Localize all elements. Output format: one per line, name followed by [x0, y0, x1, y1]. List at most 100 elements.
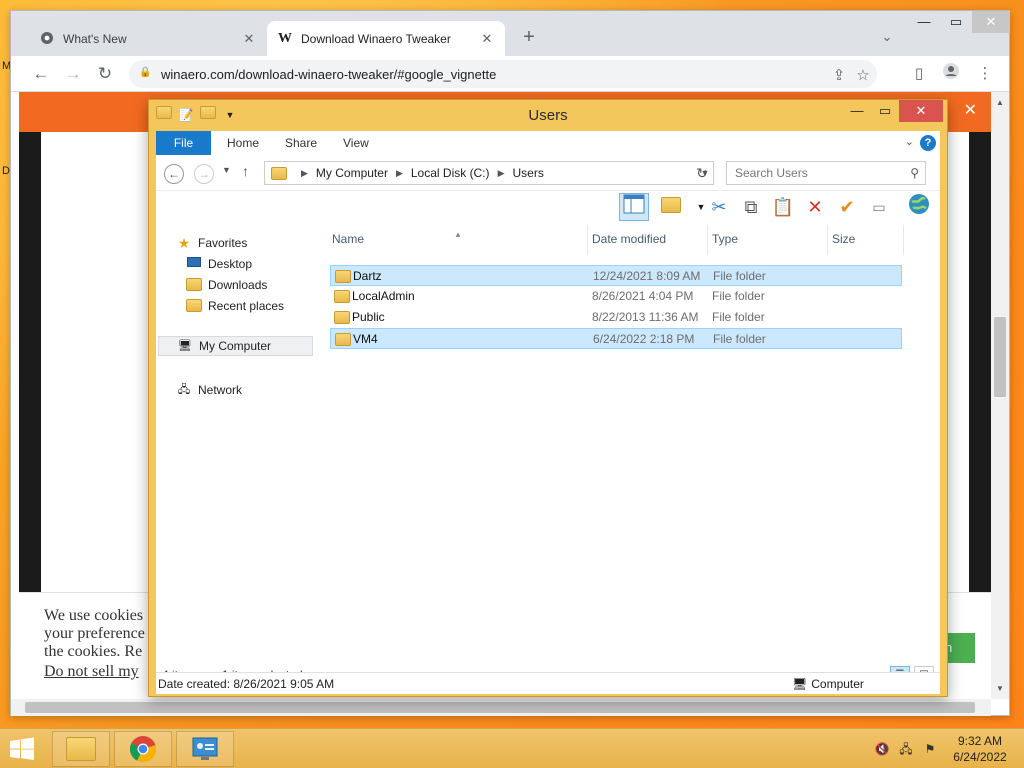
- maximize-button[interactable]: ▭: [940, 11, 972, 33]
- command-bar: ▼ ✂ ⧉ 📋 ✕ ✔ ▭: [156, 191, 940, 225]
- nav-my-computer[interactable]: 🖥 My Computer: [158, 336, 313, 356]
- paste-icon[interactable]: 📋: [768, 193, 798, 221]
- cut-icon[interactable]: ✂: [704, 193, 734, 221]
- star-icon: ★: [177, 235, 191, 251]
- new-tab-button[interactable]: +: [517, 25, 541, 49]
- chrome-icon: [39, 31, 55, 47]
- tab-view[interactable]: View: [343, 131, 369, 155]
- system-clock[interactable]: 9:32 AM 6/24/2022: [950, 733, 1010, 765]
- tab-whats-new[interactable]: What's New ✕: [29, 21, 267, 56]
- scroll-thumb[interactable]: [994, 317, 1006, 397]
- scroll-thumb[interactable]: [25, 702, 975, 713]
- table-row[interactable]: LocalAdmin 8/26/2021 4:04 PM File folder: [330, 286, 902, 307]
- address-bar[interactable]: 🔒 winaero.com/download-winaero-tweaker/#…: [129, 60, 877, 88]
- share-icon[interactable]: ⇪: [829, 66, 849, 86]
- minimize-button[interactable]: —: [908, 11, 940, 33]
- nav-recent-places[interactable]: Recent places: [186, 296, 284, 316]
- ribbon-tabs: File Home Share View ⌄ ?: [156, 131, 940, 155]
- search-icon: ⚲: [910, 166, 919, 180]
- folder-icon: [334, 290, 350, 303]
- computer-icon: 🖥: [792, 677, 808, 691]
- table-row[interactable]: Dartz 12/24/2021 8:09 AM File folder: [330, 265, 902, 286]
- delete-icon[interactable]: ✕: [800, 193, 830, 221]
- navigation-pane: ★ Favorites Desktop Downloads Recent pla…: [156, 225, 321, 665]
- close-tab-icon[interactable]: ✕: [241, 31, 257, 47]
- help-icon[interactable]: ?: [920, 135, 936, 151]
- close-tab-icon[interactable]: ✕: [479, 31, 495, 47]
- file-explorer-window: 📝 ▼ Users — ▭ ✕ File Home Share View ⌄ ?…: [148, 99, 948, 697]
- back-icon[interactable]: ←: [164, 164, 184, 184]
- title-bar[interactable]: 📝 ▼ Users — ▭ ✕: [149, 100, 947, 132]
- network-tray-icon[interactable]: 🖧: [898, 741, 914, 757]
- nav-favorites[interactable]: ★ Favorites: [176, 233, 248, 253]
- globe-icon[interactable]: [904, 193, 934, 221]
- column-header-name[interactable]: Name ▲: [328, 225, 588, 255]
- nav-downloads[interactable]: Downloads: [186, 275, 267, 295]
- tab-winaero[interactable]: W Download Winaero Tweaker ✕: [267, 21, 505, 56]
- bookmark-star-icon[interactable]: ☆: [853, 66, 873, 86]
- chrome-taskbar-icon[interactable]: [114, 731, 172, 767]
- menu-kebab-icon[interactable]: ⋮: [973, 62, 997, 86]
- recent-locations-icon[interactable]: ▼: [222, 165, 231, 175]
- column-header-date[interactable]: Date modified: [588, 225, 708, 255]
- profile-avatar-icon[interactable]: [939, 62, 963, 86]
- scroll-down-icon[interactable]: ▼: [991, 682, 1009, 696]
- tab-strip: What's New ✕ W Download Winaero Tweaker …: [11, 11, 1010, 56]
- tab-title: Download Winaero Tweaker: [301, 31, 451, 46]
- breadcrumb-my-computer[interactable]: My Computer: [316, 166, 388, 180]
- file-explorer-taskbar-icon[interactable]: [52, 731, 110, 767]
- minimize-button[interactable]: —: [843, 100, 871, 122]
- column-header-size[interactable]: Size: [828, 225, 904, 255]
- nav-network[interactable]: 🖧 Network: [176, 380, 242, 400]
- table-row[interactable]: VM4 6/24/2022 2:18 PM File folder: [330, 328, 902, 349]
- tab-search-icon[interactable]: ⌄: [875, 25, 899, 49]
- forward-icon[interactable]: →: [61, 62, 85, 86]
- rename-icon[interactable]: ▭: [864, 193, 894, 221]
- vertical-scrollbar[interactable]: ▲ ▼: [991, 92, 1009, 699]
- tab-file[interactable]: File: [156, 131, 211, 155]
- copy-icon[interactable]: ⧉: [736, 193, 766, 221]
- search-input[interactable]: Search Users ⚲: [726, 161, 926, 185]
- action-center-icon[interactable]: ⚑: [922, 741, 938, 757]
- breadcrumb-users[interactable]: Users: [512, 166, 543, 180]
- volume-muted-icon[interactable]: 🔇: [874, 741, 890, 757]
- folder-icon: [335, 333, 351, 346]
- desktop-icon-fragment[interactable]: D: [2, 165, 10, 177]
- maximize-button[interactable]: ▭: [871, 100, 899, 122]
- file-list: Name ▲ Date modified Type Size Dartz 12/…: [328, 225, 940, 665]
- close-window-button[interactable]: ✕: [972, 11, 1010, 33]
- folder-options-icon[interactable]: [656, 193, 686, 221]
- reload-icon[interactable]: ↻: [93, 62, 117, 86]
- tab-title: What's New: [63, 31, 127, 46]
- do-not-sell-link[interactable]: Do not sell my: [44, 663, 154, 681]
- breadcrumb-local-disk[interactable]: Local Disk (C:): [411, 166, 490, 180]
- date-created-text: Date created: 8/26/2021 9:05 AM: [158, 677, 335, 691]
- refresh-icon[interactable]: ↻: [692, 163, 712, 183]
- sort-ascending-icon: ▲: [454, 230, 462, 239]
- column-header-type[interactable]: Type: [708, 225, 828, 255]
- control-panel-taskbar-icon[interactable]: [176, 731, 234, 767]
- close-icon[interactable]: ✕: [964, 100, 977, 120]
- windows-start-icon[interactable]: [8, 737, 36, 761]
- tab-home[interactable]: Home: [227, 131, 259, 155]
- checkmark-icon[interactable]: ✔: [832, 193, 862, 221]
- nav-desktop[interactable]: Desktop: [186, 254, 252, 274]
- tab-share[interactable]: Share: [285, 131, 317, 155]
- side-panel-icon[interactable]: ▯: [907, 62, 931, 86]
- url-text: winaero.com/download-winaero-tweaker/#go…: [161, 66, 497, 82]
- horizontal-scrollbar[interactable]: [11, 699, 991, 716]
- table-row[interactable]: Public 8/22/2013 11:36 AM File folder: [330, 307, 902, 328]
- recent-places-icon: [186, 299, 202, 313]
- winaero-w-icon: W: [278, 31, 292, 46]
- scroll-up-icon[interactable]: ▲: [991, 96, 1009, 110]
- forward-icon[interactable]: →: [194, 164, 214, 184]
- taskbar: 🔇 🖧 ⚑ 9:32 AM 6/24/2022: [0, 728, 1024, 768]
- chevron-down-icon[interactable]: ⌄: [905, 135, 914, 148]
- back-icon[interactable]: ←: [29, 62, 53, 86]
- close-button[interactable]: ✕: [899, 100, 943, 122]
- preview-pane-icon[interactable]: [619, 193, 649, 221]
- up-icon[interactable]: ↑: [242, 163, 249, 179]
- computer-icon: 🖥: [178, 340, 192, 352]
- address-box[interactable]: ▶ My Computer ▶ Local Disk (C:) ▶ Users …: [264, 161, 714, 185]
- folder-icon: [271, 166, 287, 180]
